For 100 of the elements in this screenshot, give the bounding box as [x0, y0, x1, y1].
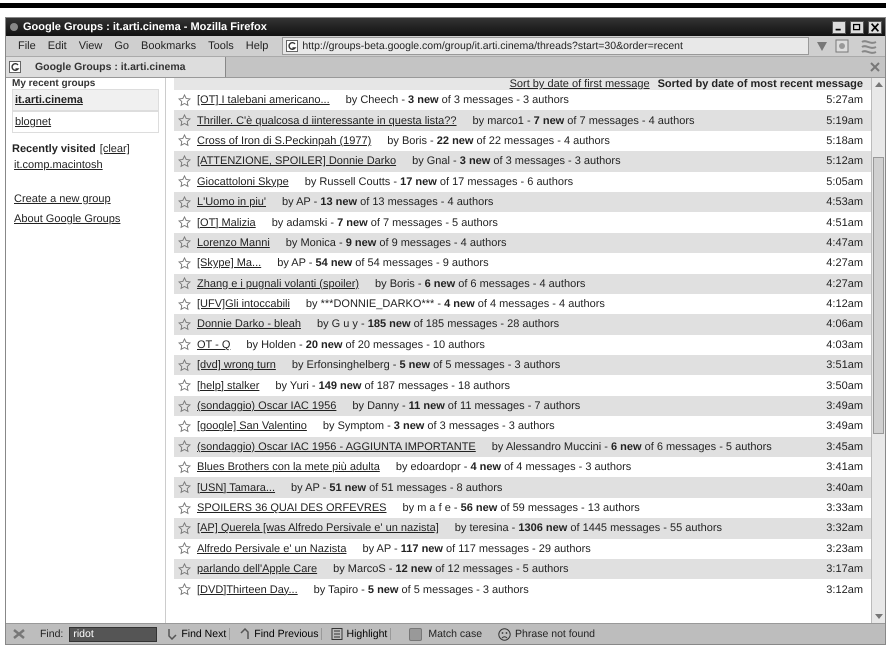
star-icon[interactable] [178, 440, 191, 454]
thread-row[interactable]: Blues Brothers con la mete più adulta by edoardopr - 4 new of 4 messages - 3 authors 3:41am [174, 457, 871, 478]
thread-row[interactable]: (sondaggio) Oscar IAC 1956 - AGGIUNTA IMPORTANTE by Alessandro Muccini - 6 new of 6 messages - 5 authors 3:45am [174, 436, 871, 458]
scroll-up-icon[interactable] [874, 82, 882, 88]
menu-item[interactable]: Help [240, 40, 274, 52]
thread-row[interactable]: (sondaggio) Oscar IAC 1956 by Danny - 11 new of 11 messages - 7 authors 3:49am [174, 396, 871, 416]
star-icon[interactable] [178, 236, 191, 250]
thread-title[interactable]: [UFV]Gli intoccabili [197, 298, 290, 310]
star-icon[interactable] [178, 338, 191, 352]
thread-title[interactable]: [dvd] wrong turn [197, 359, 276, 372]
find-button[interactable]: Find Previous [236, 628, 322, 640]
scrollbar[interactable] [871, 78, 885, 623]
star-icon[interactable] [178, 318, 191, 331]
thread-title[interactable]: [DVD]Thirteen Day... [197, 584, 298, 596]
thread-row[interactable]: [ATTENZIONE, SPOILER] Donnie Darko by Gnal - 3 new of 3 messages - 3 authors 5:12am [174, 151, 871, 172]
thread-title[interactable]: Giocattoloni Skype [197, 176, 289, 188]
star-icon[interactable] [178, 542, 191, 556]
thread-row[interactable]: [UFV]Gli intoccabili by ***DONNIE_DARKO*** - 4 new of 4 messages - 4 authors 4:12am [174, 294, 871, 314]
thread-title[interactable]: Alfredo Persivale e' un Nazista [197, 542, 346, 555]
thread-title[interactable]: Cross of Iron di S.Peckinpah (1977) [197, 134, 372, 147]
scroll-down-icon[interactable] [874, 614, 882, 620]
thread-title[interactable]: [google] San Valentino [197, 420, 307, 432]
menu-item[interactable]: Edit [42, 40, 73, 52]
thread-row[interactable]: Giocattoloni Skype by Russell Coutts - 17 new of 17 messages - 6 authors 5:05am [174, 172, 871, 192]
thread-row[interactable]: [dvd] wrong turn by Erfonsinghelberg - 5 new of 5 messages - 3 authors 3:51am [174, 355, 871, 376]
star-icon[interactable] [178, 216, 191, 230]
sort-link[interactable]: Sort by date of first message [510, 78, 650, 90]
thread-row[interactable]: [OT] I talebani americano... by Cheech - 3 new of 3 messages - 3 authors 5:27am [174, 90, 871, 110]
group-link[interactable]: blognet [12, 111, 159, 133]
star-icon[interactable] [178, 154, 191, 168]
thread-title[interactable]: [help] stalker [197, 380, 260, 392]
star-icon[interactable] [178, 196, 191, 209]
thread-row[interactable]: [USN] Tamara... by AP - 51 new of 51 messages - 8 authors 3:40am [174, 477, 871, 498]
menu-item[interactable]: View [72, 40, 108, 52]
minimize-icon[interactable] [832, 20, 846, 34]
close-icon[interactable] [868, 20, 882, 34]
thread-row[interactable]: [OT] Malizia by adamski - 7 new of 7 messages - 5 authors 4:51am [174, 212, 871, 233]
thread-row[interactable]: Alfredo Persivale e' un Nazista by AP - 117 new of 117 messages - 29 authors 3:23am [174, 538, 871, 559]
thread-title[interactable]: (sondaggio) Oscar IAC 1956 [197, 400, 336, 412]
star-icon[interactable] [178, 583, 191, 596]
star-icon[interactable] [178, 277, 191, 290]
thread-title[interactable]: [ATTENZIONE, SPOILER] Donnie Darko [197, 155, 396, 168]
thread-title[interactable]: [USN] Tamara... [197, 482, 276, 494]
group-link[interactable]: it.arti.cinema [12, 89, 159, 111]
star-icon[interactable] [178, 175, 191, 188]
thread-row[interactable]: [DVD]Thirteen Day... by Tapiro - 5 new of 5 messages - 3 authors 3:12am [174, 579, 871, 600]
star-icon[interactable] [178, 481, 191, 494]
star-icon[interactable] [178, 502, 191, 514]
thread-row[interactable]: OT - Q by Holden - 20 new of 20 messages - 10 authors 4:03am [174, 334, 871, 356]
menu-item[interactable]: Tools [202, 40, 240, 52]
group-link[interactable]: it.comp.macintosh [14, 159, 103, 171]
menu-item[interactable]: Bookmarks [135, 40, 202, 52]
thread-row[interactable]: [AP] Querela [was Alfredo Persivale e' un nazista] by teresina - 1306 new of 1445 messages - 55 authors 3:32am [174, 518, 871, 539]
find-field[interactable]: ridot [69, 626, 158, 642]
go-icon[interactable] [835, 39, 849, 53]
dropdown-icon[interactable] [815, 39, 829, 53]
thread-title[interactable]: [Skype] Ma... [197, 257, 262, 270]
star-icon[interactable] [178, 522, 191, 535]
maximize-icon[interactable] [850, 20, 864, 34]
star-icon[interactable] [178, 400, 191, 413]
sidebar-link[interactable]: About Google Groups [14, 213, 120, 225]
sidebar-link[interactable]: Create a new group [14, 193, 111, 205]
star-icon[interactable] [178, 420, 191, 433]
thread-row[interactable]: parlando dell'Apple Care by MarcoS - 12 new of 12 messages - 5 authors 3:17am [174, 558, 871, 580]
thread-title[interactable]: L'Uomo in piu' [197, 196, 266, 208]
star-icon[interactable] [178, 562, 191, 576]
thread-title[interactable]: Lorenzo Manni [197, 236, 270, 249]
thread-row[interactable]: [Skype] Ma... by AP - 54 new of 54 messages - 9 authors 4:27am [174, 253, 871, 274]
thread-title[interactable]: [OT] Malizia [197, 216, 256, 229]
close-tab-icon[interactable] [869, 61, 881, 73]
thread-row[interactable]: Donnie Darko - bleah by G u y - 185 new of 185 messages - 28 authors 4:06am [174, 314, 871, 335]
thread-row[interactable]: Zhang e i pugnali volanti (spoiler) by Boris - 6 new of 6 messages - 4 authors 4:27am [174, 274, 871, 294]
thread-row[interactable]: L'Uomo in piu' by AP - 13 new of 13 messages - 4 authors 4:53am [174, 192, 871, 212]
star-icon[interactable] [178, 460, 191, 474]
match-case-checkbox[interactable]: Match case [409, 628, 482, 640]
star-icon[interactable] [178, 379, 191, 392]
address-field[interactable]: http://groups-beta.google.com/group/it.arti.cinema/threads?start=30&order=recent [282, 37, 809, 55]
thread-row[interactable]: [google] San Valentino by Symptom - 3 new of 3 messages - 3 authors 3:49am [174, 416, 871, 437]
star-icon[interactable] [178, 134, 191, 148]
menu-item[interactable]: File [12, 40, 42, 52]
star-icon[interactable] [178, 358, 191, 372]
thread-row[interactable]: Lorenzo Manni by Monica - 9 new of 9 messages - 4 authors 4:47am [174, 232, 871, 254]
browser-tab[interactable]: Google Groups : it.arti.cinema [6, 57, 226, 77]
menu-item[interactable]: Go [108, 40, 136, 52]
thread-row[interactable]: Thriller. C'è qualcosa d iinteressante in questa lista?? by marco1 - 7 new of 7 messages - 4 authors 5:19am [174, 110, 871, 131]
thread-row[interactable]: SPOILERS 36 QUAI DES ORFEVRES by m a f e - 56 new of 59 messages - 13 authors 3:33am [174, 498, 871, 518]
thread-title[interactable]: Donnie Darko - bleah [197, 318, 301, 330]
star-icon[interactable] [178, 114, 191, 128]
thread-title[interactable]: Blues Brothers con la mete più adulta [197, 461, 380, 474]
star-icon[interactable] [178, 256, 191, 270]
star-icon[interactable] [178, 298, 191, 311]
thread-title[interactable]: SPOILERS 36 QUAI DES ORFEVRES [197, 502, 387, 514]
thread-title[interactable]: Thriller. C'è qualcosa d iinteressante in questa lista?? [197, 114, 457, 127]
close-find-icon[interactable] [12, 628, 26, 640]
thread-title[interactable]: (sondaggio) Oscar IAC 1956 - AGGIUNTA IMPORTANTE [197, 440, 476, 453]
find-button[interactable]: Highlight [328, 628, 392, 640]
clear-link[interactable]: [clear] [100, 143, 130, 155]
thread-row[interactable]: [help] stalker by Yuri - 149 new of 187 messages - 18 authors 3:50am [174, 375, 871, 396]
thread-title[interactable]: parlando dell'Apple Care [197, 563, 318, 576]
thread-title[interactable]: [AP] Querela [was Alfredo Persivale e' un nazista] [197, 522, 439, 534]
